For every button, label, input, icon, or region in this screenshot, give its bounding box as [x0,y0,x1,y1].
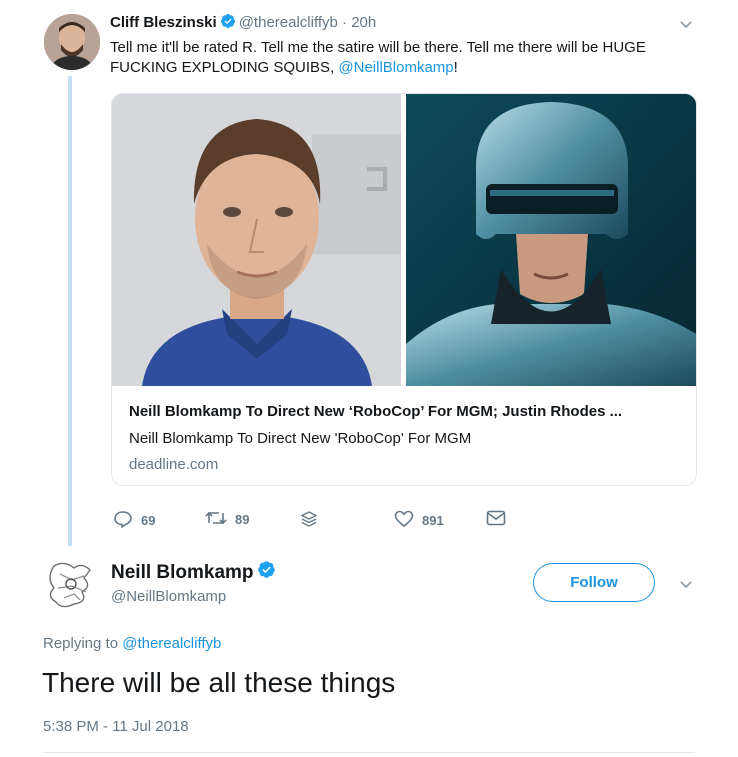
retweet-count: 89 [235,512,250,527]
chevron-down-icon[interactable] [678,16,694,37]
tweet-text: Tell me it'll be rated R. Tell me the sa… [110,38,710,78]
envelope-icon [486,510,514,529]
chevron-down-icon[interactable] [678,576,694,597]
author-name[interactable]: Cliff Bleszinski [110,14,217,31]
card-image-robocop [406,94,696,386]
card-image-portrait [112,94,401,386]
stack-action[interactable] [300,510,326,531]
tweet-text-end: ! [453,59,458,76]
card-description: Neill Blomkamp To Direct New 'RoboCop' F… [129,430,472,447]
heart-icon [394,510,422,531]
reply-text: There will be all these things [42,667,396,698]
message-action[interactable] [486,510,514,529]
reply-action[interactable]: 69 [113,510,155,531]
thread-line [68,76,72,546]
replying-to: Replying to @therealcliffyb [43,635,221,652]
retweet-icon [205,510,235,529]
reply-author-name[interactable]: Neill Blomkamp [111,562,254,583]
author-handle[interactable]: @therealcliffyb [239,14,338,31]
reply-timestamp[interactable]: 5:38 PM - 11 Jul 2018 [43,718,189,735]
verified-badge-icon [257,560,276,585]
reply-author-header: Neill Blomkamp [111,560,279,585]
mention-link[interactable]: @NeillBlomkamp [338,59,453,76]
reply-count: 69 [141,513,156,528]
divider [43,752,695,753]
like-count: 891 [422,513,444,528]
tweet-time[interactable]: 20h [351,14,376,31]
replying-to-link[interactable]: @therealcliffyb [122,635,221,652]
like-action[interactable]: 891 [394,510,444,531]
avatar-cliff[interactable] [44,14,100,70]
verified-badge-icon [220,13,236,33]
card-domain: deadline.com [129,456,219,473]
link-card[interactable]: Neill Blomkamp To Direct New ‘RoboCop’ F… [111,93,697,486]
reply-icon [113,510,141,531]
avatar-neill[interactable] [44,558,104,616]
reply-author-handle[interactable]: @NeillBlomkamp [111,588,226,605]
tweet-header: Cliff Bleszinski @therealcliffyb · 20h [110,13,376,33]
card-title[interactable]: Neill Blomkamp To Direct New ‘RoboCop’ F… [129,403,689,420]
separator: · [337,14,352,31]
retweet-action[interactable]: 89 [205,510,249,529]
stack-icon [300,510,326,531]
follow-button[interactable]: Follow [533,563,655,602]
replying-prefix: Replying to [43,635,123,652]
